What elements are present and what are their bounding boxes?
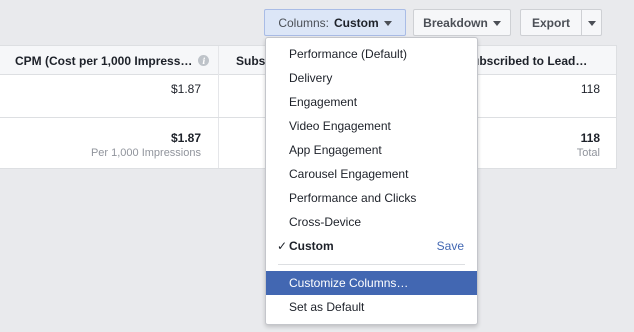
menu-item-app-engagement[interactable]: App Engagement — [266, 138, 477, 162]
cpm-total-value: $1.87 — [170, 131, 201, 145]
column-header-subs[interactable]: Subs — [236, 46, 266, 75]
column-header-cpm[interactable]: CPM (Cost per 1,000 Impress… i — [15, 46, 215, 75]
cpm-total-caption: Per 1,000 Impressions — [90, 147, 201, 159]
caret-down-icon — [383, 20, 392, 26]
cpm-value: $1.87 — [170, 82, 201, 96]
menu-item-set-as-default[interactable]: Set as Default — [266, 295, 477, 319]
menu-item-cross-device[interactable]: Cross-Device — [266, 210, 477, 234]
columns-button[interactable]: Columns: Custom — [264, 9, 406, 36]
column-header-label: Subs — [236, 53, 266, 68]
menu-item-delivery[interactable]: Delivery — [266, 66, 477, 90]
subscribed-total-caption: Total — [576, 147, 600, 159]
columns-button-prefix: Columns: — [278, 15, 329, 30]
menu-item-customize-columns[interactable]: Customize Columns… — [266, 271, 477, 295]
breakdown-button-label: Breakdown — [423, 15, 488, 30]
subscribed-total-value: 118 — [580, 131, 600, 145]
caret-down-icon — [492, 20, 501, 26]
menu-item-custom-label: Custom — [289, 239, 334, 253]
export-button[interactable]: Export — [520, 9, 582, 36]
info-icon[interactable]: i — [198, 55, 210, 66]
export-options-button[interactable] — [581, 9, 602, 36]
menu-divider — [278, 264, 465, 265]
menu-item-performance-and-clicks[interactable]: Performance and Clicks — [266, 186, 477, 210]
column-header-subscribed[interactable]: ubscribed to Lead… — [472, 46, 612, 75]
checkmark-icon: ✓ — [277, 239, 288, 253]
menu-item-carousel-engagement[interactable]: Carousel Engagement — [266, 162, 477, 186]
menu-item-custom[interactable]: ✓ Custom Save — [266, 234, 477, 258]
columns-dropdown-menu: Performance (Default) Delivery Engagemen… — [265, 37, 478, 325]
caret-down-icon — [587, 20, 596, 26]
menu-item-video-engagement[interactable]: Video Engagement — [266, 114, 477, 138]
menu-item-performance-default[interactable]: Performance (Default) — [266, 42, 477, 66]
subscribed-value: 118 — [580, 82, 600, 96]
column-header-label: ubscribed to Lead… — [472, 53, 588, 68]
menu-item-engagement[interactable]: Engagement — [266, 90, 477, 114]
save-link[interactable]: Save — [437, 234, 464, 258]
export-button-label: Export — [531, 15, 570, 30]
columns-button-value: Custom — [334, 15, 379, 30]
breakdown-button[interactable]: Breakdown — [413, 9, 511, 36]
column-header-label: CPM (Cost per 1,000 Impress… — [15, 53, 193, 68]
